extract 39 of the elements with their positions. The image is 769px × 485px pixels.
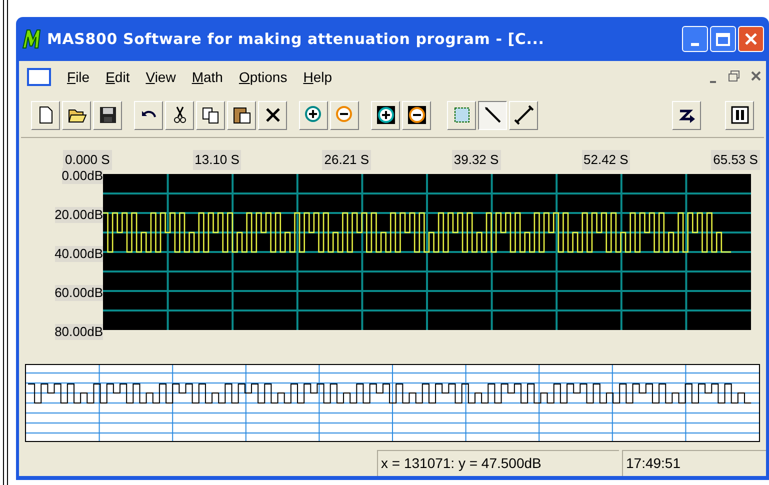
zoom-out-icon	[406, 105, 426, 125]
minimize-button[interactable]	[682, 26, 708, 52]
time-axis-label: 26.21 S	[322, 150, 372, 170]
status-bar-panel: x = 131071: y = 47.500dB	[377, 450, 619, 476]
restore-icon[interactable]	[728, 70, 740, 82]
undo-icon	[140, 110, 156, 120]
line-icon	[514, 105, 534, 125]
level-axis-label: 60.00dB	[54, 285, 103, 301]
time-axis-label: 0.000 S	[63, 150, 112, 170]
clipboard-icon	[232, 105, 252, 125]
zoom-in-icon	[304, 105, 324, 125]
time-axis-label: 52.42 S	[582, 150, 630, 170]
time-axis-label: 65.53 S	[711, 150, 760, 170]
menu-item[interactable]: View	[138, 66, 184, 88]
copy-icon	[200, 105, 220, 125]
close-icon	[744, 32, 758, 46]
pencil-icon	[482, 105, 502, 125]
time-axis-label: 39.32 S	[452, 150, 501, 170]
menu-item[interactable]: File	[59, 66, 98, 88]
selection-icon	[452, 105, 472, 125]
toolbar-button[interactable]	[478, 100, 507, 130]
zoom-out-icon	[334, 105, 354, 125]
status-bar-panel: 17:49:51	[622, 450, 766, 476]
menu-item[interactable]: Help	[295, 66, 340, 88]
close-button[interactable]	[738, 26, 764, 52]
document-icon	[27, 68, 51, 86]
close-icon[interactable]	[750, 70, 762, 82]
level-axis-label: 80.00dB	[54, 324, 103, 340]
menu-item[interactable]: Options	[230, 66, 296, 88]
menu-item[interactable]: Math	[184, 66, 231, 88]
zoom-in-icon	[376, 105, 396, 125]
level-axis-label: 20.00dB	[54, 207, 103, 223]
window-title: MAS800 Software for making attenuation program - [C...	[47, 28, 544, 50]
menu-item[interactable]: Edit	[98, 66, 138, 88]
level-axis-label: 40.00dB	[54, 246, 103, 262]
time-axis-label: 13.10 S	[192, 150, 242, 170]
maximize-button[interactable]	[710, 26, 736, 52]
pause-icon	[730, 105, 750, 125]
level-axis-label: 0.00dB	[62, 168, 103, 184]
